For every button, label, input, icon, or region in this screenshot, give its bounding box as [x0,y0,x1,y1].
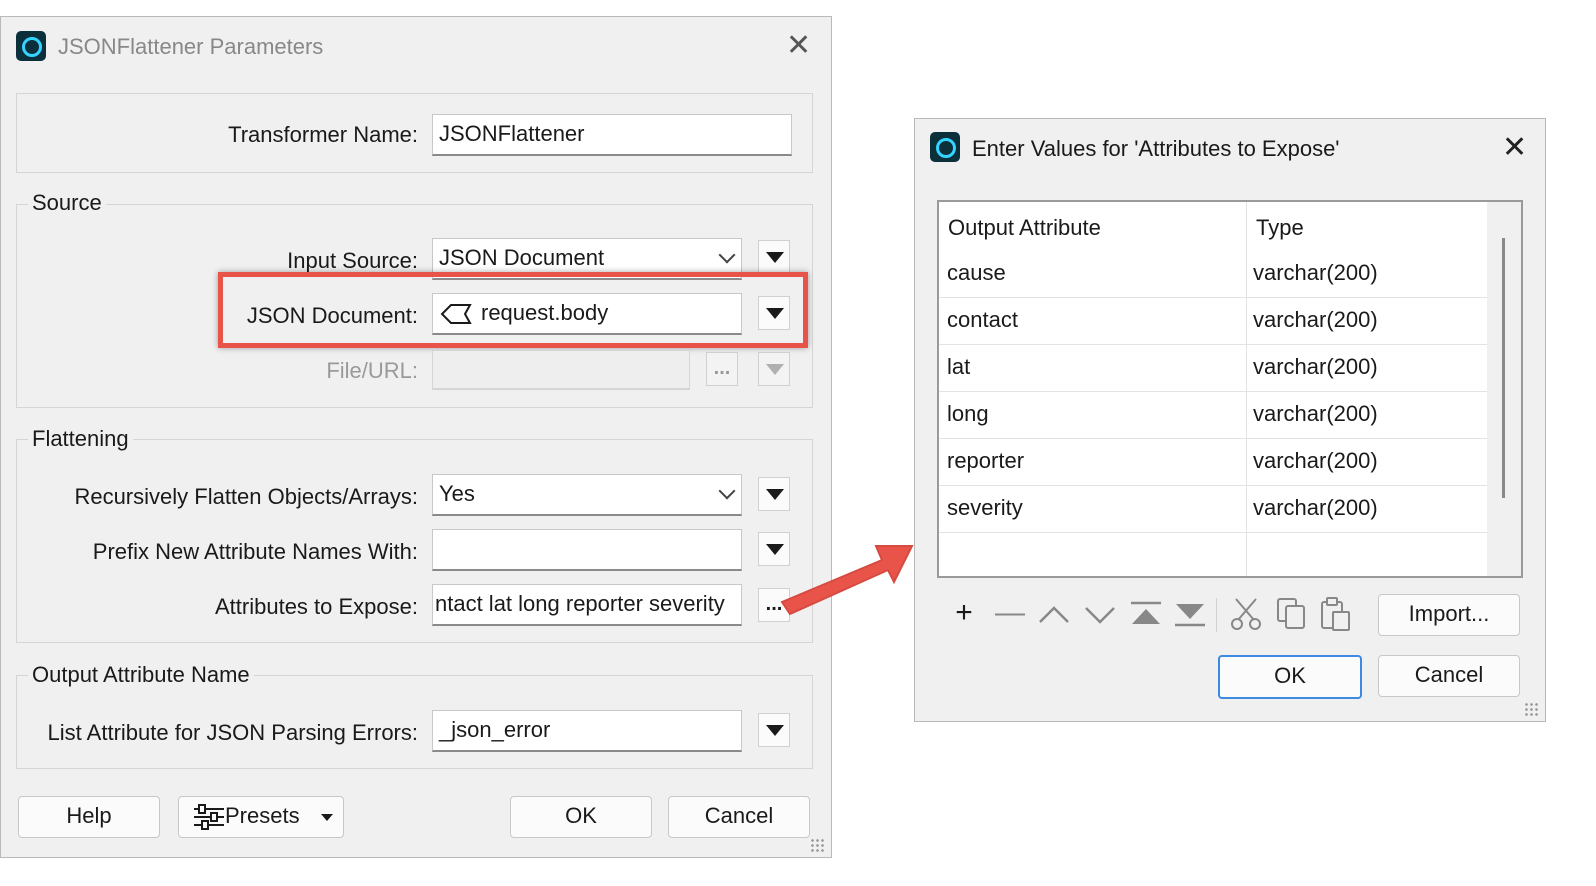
table-scrollbar-thumb[interactable] [1502,238,1505,498]
attribute-cell[interactable]: contact [939,297,1018,343]
close-icon[interactable]: ✕ [1502,133,1527,163]
move-to-bottom-icon[interactable] [1172,600,1208,628]
column-header-type[interactable]: Type [1247,204,1447,252]
recursive-flatten-select[interactable]: Yes [432,474,742,516]
help-button[interactable]: Help [18,796,160,838]
resize-grip-icon[interactable] [1524,702,1538,716]
callout-arrow [780,545,914,616]
recursive-flatten-value: Yes [439,481,475,506]
copy-icon[interactable] [1274,596,1310,632]
attribute-cell[interactable]: cause [939,250,1006,296]
type-cell[interactable]: varchar(200) [1245,344,1378,390]
attributes-table[interactable]: Output Attribute Type cause varchar(200)… [937,200,1523,578]
json-errors-menu-button[interactable] [758,713,790,747]
chevron-down-icon [718,246,736,264]
remove-row-icon[interactable]: — [990,596,1030,630]
add-row-icon[interactable]: + [944,596,984,630]
cut-icon[interactable] [1228,596,1264,632]
presets-button[interactable]: Presets [178,796,344,838]
close-icon[interactable]: ✕ [786,31,811,61]
column-header-output-attribute[interactable]: Output Attribute [939,204,1239,252]
fme-app-icon [16,31,46,61]
output-attribute-group-label: Output Attribute Name [28,662,254,688]
file-url-label: File/URL: [326,358,418,383]
resize-grip-icon[interactable] [810,838,824,852]
recursive-flatten-label: Recursively Flatten Objects/Arrays: [74,484,418,509]
chevron-down-icon [718,482,736,500]
move-to-top-icon[interactable] [1128,600,1164,628]
prefix-input[interactable] [432,529,742,571]
presets-label: Presets [225,803,300,828]
json-errors-label: List Attribute for JSON Parsing Errors: [47,720,418,745]
caret-down-icon [321,814,333,821]
sliders-icon [194,804,224,831]
file-url-menu-button[interactable] [758,352,790,386]
ok-button[interactable]: OK [510,796,652,838]
input-source-menu-button[interactable] [758,240,790,274]
source-group-label: Source [28,190,106,216]
table-row[interactable]: contact varchar(200) [939,297,1487,345]
attribute-cell[interactable]: long [939,391,989,437]
prefix-label: Prefix New Attribute Names With: [92,539,418,564]
table-row[interactable]: severity varchar(200) [939,485,1487,533]
attribute-cell[interactable]: severity [939,485,1023,531]
table-row[interactable]: reporter varchar(200) [939,438,1487,486]
recursive-flatten-menu-button[interactable] [758,477,790,511]
json-errors-input[interactable]: _json_error [432,710,742,752]
table-row[interactable]: long varchar(200) [939,391,1487,439]
table-row[interactable]: lat varchar(200) [939,344,1487,392]
table-row[interactable]: cause varchar(200) [939,250,1487,298]
type-cell[interactable]: varchar(200) [1245,438,1378,484]
input-source-label: Input Source: [287,248,418,273]
type-cell[interactable]: varchar(200) [1245,485,1378,531]
values-cancel-button[interactable]: Cancel [1378,655,1520,697]
attributes-to-expose-label: Attributes to Expose: [215,594,418,619]
type-cell[interactable]: varchar(200) [1245,250,1378,296]
type-cell[interactable]: varchar(200) [1245,297,1378,343]
attribute-cell[interactable]: lat [939,344,970,390]
values-ok-button[interactable]: OK [1218,655,1362,699]
file-url-input[interactable] [432,350,690,390]
file-url-browse-button[interactable]: ... [706,352,738,386]
type-cell[interactable]: varchar(200) [1245,391,1378,437]
move-up-icon[interactable] [1036,600,1072,628]
toolbar-divider [1216,598,1217,632]
import-button[interactable]: Import... [1378,594,1520,636]
paste-icon[interactable] [1318,596,1354,632]
table-row-empty[interactable] [939,532,1487,576]
transformer-name-label: Transformer Name: [228,122,418,147]
fme-app-icon [930,132,960,162]
attributes-to-expose-input[interactable]: ntact lat long reporter severity [432,584,742,626]
cancel-button[interactable]: Cancel [668,796,810,838]
transformer-name-input[interactable]: JSONFlattener [432,114,792,156]
move-down-icon[interactable] [1082,600,1118,628]
dialog-title: JSONFlattener Parameters [58,34,324,59]
flattening-group-label: Flattening [28,426,133,452]
input-source-value: JSON Document [439,245,605,270]
json-document-highlight [218,272,808,348]
values-dialog-title: Enter Values for 'Attributes to Expose' [972,136,1340,161]
attribute-cell[interactable]: reporter [939,438,1024,484]
